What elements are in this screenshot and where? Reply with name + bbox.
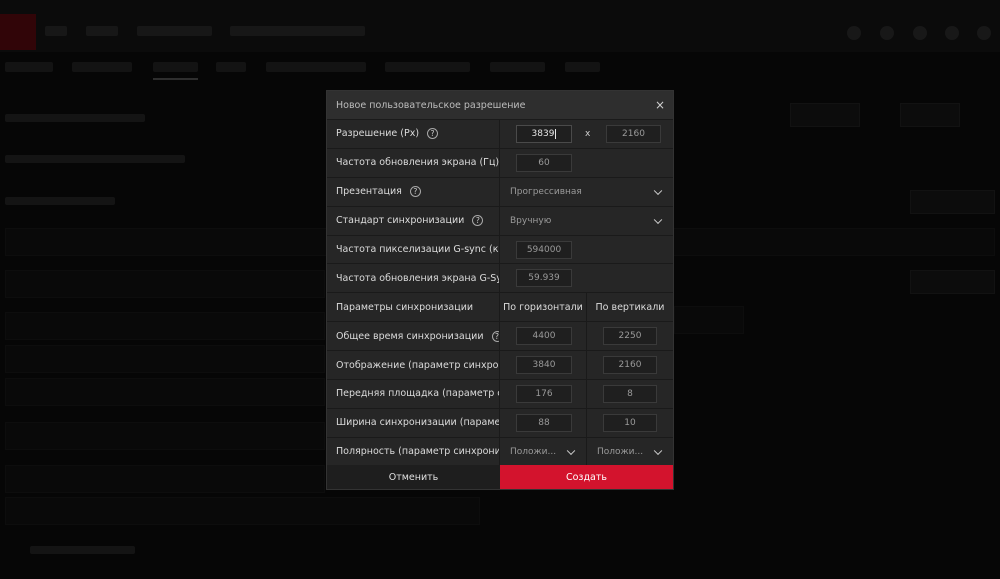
presentation-label: Презентация	[336, 186, 402, 198]
sync-width-h-cell: 88	[500, 408, 587, 437]
resolution-label-cell: Разрешение (Px) ?	[327, 120, 500, 148]
dialog-title: Новое пользовательское разрешение	[336, 99, 526, 111]
timing-standard-cell: Вручную	[500, 207, 673, 235]
help-icon[interactable]: ?	[472, 215, 484, 227]
vertical-column-header: По вертикали	[595, 301, 665, 313]
front-porch-label: Передняя площадка (параметр синхронизаци…	[336, 388, 499, 400]
timing-standard-value: Вручную	[510, 215, 552, 226]
pixel-clock-label: Частота пикселизации G-sync (кГц)	[336, 244, 500, 255]
horizontal-column-header: По горизонтали	[503, 301, 583, 313]
dialog-footer: Отменить Создать	[327, 465, 673, 489]
close-icon[interactable]: ×	[653, 98, 667, 112]
row-presentation: Презентация ? Прогрессивная	[327, 176, 673, 206]
help-icon[interactable]: ?	[427, 128, 439, 140]
horizontal-header-cell: По горизонтали	[500, 293, 587, 322]
row-front-porch: Передняя площадка (параметр синхронизаци…	[327, 379, 673, 408]
refresh-rate-cell: 60	[500, 149, 673, 177]
gsync-refresh-input[interactable]: 59.939	[516, 269, 572, 288]
cancel-button[interactable]: Отменить	[327, 465, 500, 489]
sync-width-v-cell: 10	[587, 409, 673, 437]
polarity-v-cell: Положи...	[587, 438, 673, 466]
row-resolution: Разрешение (Px) ? 3839 x 2160	[327, 119, 673, 148]
front-porch-v-input[interactable]: 8	[603, 384, 657, 403]
display-h-input[interactable]: 3840	[516, 356, 572, 375]
total-timing-label-cell: Общее время синхронизации ?	[327, 322, 500, 351]
presentation-value: Прогрессивная	[510, 186, 582, 197]
resolution-separator: x	[585, 128, 591, 139]
gsync-refresh-cell: 59.939	[500, 264, 673, 292]
display-h-cell: 3840	[500, 351, 587, 380]
help-icon[interactable]: ?	[491, 330, 499, 342]
pixel-clock-label-cell: Частота пикселизации G-sync (кГц) ?	[327, 235, 500, 264]
polarity-label: Полярность (параметр синхронизации)	[336, 446, 499, 458]
timing-standard-label: Стандарт синхронизации	[336, 215, 465, 227]
row-polarity: Полярность (параметр синхронизации) Поло…	[327, 436, 673, 466]
timing-params-label: Параметры синхронизации	[336, 301, 474, 313]
row-total-timing: Общее время синхронизации ? 4400 2250	[327, 321, 673, 351]
row-timing-standard: Стандарт синхронизации ? Вручную	[327, 205, 673, 235]
total-timing-v-input[interactable]: 2250	[603, 327, 657, 346]
front-porch-h-input[interactable]: 176	[516, 384, 572, 403]
sync-width-v-input[interactable]: 10	[603, 413, 657, 432]
create-button[interactable]: Создать	[500, 465, 673, 489]
dialog-header: Новое пользовательское разрешение ×	[327, 91, 673, 119]
pixel-clock-input[interactable]: 594000	[516, 240, 572, 259]
display-label: Отображение (параметр синхронизации)	[336, 359, 499, 371]
total-timing-h-cell: 4400	[500, 322, 587, 351]
sync-width-h-input[interactable]: 88	[516, 413, 572, 432]
display-v-cell: 2160	[587, 351, 673, 379]
total-timing-h-input[interactable]: 4400	[516, 327, 572, 346]
presentation-label-cell: Презентация ?	[327, 177, 500, 206]
total-timing-label: Общее время синхронизации	[336, 330, 484, 342]
front-porch-label-cell: Передняя площадка (параметр синхронизаци…	[327, 380, 500, 408]
row-gsync-refresh: Частота обновления экрана G-Sync (Гц) 59…	[327, 263, 673, 293]
refresh-rate-label-cell: Частота обновления экрана (Гц) ?	[327, 148, 500, 177]
presentation-dropdown[interactable]: Прогрессивная	[500, 178, 673, 206]
sync-width-label-cell: Ширина синхронизации (параметр синхрониз…	[327, 408, 500, 437]
row-pixel-clock: Частота пикселизации G-sync (кГц) ? 5940…	[327, 234, 673, 264]
vertical-header-cell: По вертикали	[587, 293, 673, 321]
row-refresh-rate: Частота обновления экрана (Гц) ? 60	[327, 147, 673, 177]
help-icon[interactable]: ?	[409, 186, 421, 198]
refresh-rate-input[interactable]: 60	[516, 153, 572, 172]
refresh-rate-label: Частота обновления экрана (Гц)	[336, 157, 500, 169]
pixel-clock-cell: 594000	[500, 236, 673, 264]
polarity-h-dropdown[interactable]: Положи...	[500, 438, 586, 466]
resolution-width-value: 3839	[531, 128, 555, 139]
row-display: Отображение (параметр синхронизации) 384…	[327, 350, 673, 380]
row-timing-params: Параметры синхронизации По горизонтали П…	[327, 292, 673, 322]
polarity-h-value: Положи...	[510, 446, 557, 457]
resolution-inputs: 3839 x 2160	[500, 120, 673, 148]
gsync-refresh-label: Частота обновления экрана G-Sync (Гц)	[336, 272, 499, 284]
sync-width-label: Ширина синхронизации (параметр синхрониз…	[336, 417, 500, 429]
timing-standard-dropdown[interactable]: Вручную	[500, 207, 673, 235]
gsync-refresh-label-cell: Частота обновления экрана G-Sync (Гц)	[327, 264, 500, 293]
polarity-label-cell: Полярность (параметр синхронизации)	[327, 437, 500, 466]
timing-standard-label-cell: Стандарт синхронизации ?	[327, 206, 500, 235]
display-label-cell: Отображение (параметр синхронизации)	[327, 351, 500, 380]
resolution-height-input[interactable]: 2160	[606, 124, 661, 143]
display-v-input[interactable]: 2160	[603, 356, 657, 375]
custom-resolution-dialog: Новое пользовательское разрешение × Разр…	[326, 90, 674, 490]
polarity-h-cell: Положи...	[500, 437, 587, 466]
chevron-down-icon	[653, 215, 663, 224]
row-sync-width: Ширина синхронизации (параметр синхрониз…	[327, 407, 673, 437]
presentation-cell: Прогрессивная	[500, 178, 673, 206]
polarity-v-dropdown[interactable]: Положи...	[587, 438, 673, 466]
timing-params-label-cell: Параметры синхронизации	[327, 293, 500, 322]
text-caret	[555, 128, 557, 139]
chevron-down-icon	[566, 446, 576, 455]
total-timing-v-cell: 2250	[587, 322, 673, 350]
front-porch-v-cell: 8	[587, 380, 673, 408]
polarity-v-value: Положи...	[597, 446, 644, 457]
chevron-down-icon	[653, 446, 663, 455]
chevron-down-icon	[653, 186, 663, 195]
front-porch-h-cell: 176	[500, 380, 587, 408]
resolution-width-input[interactable]: 3839	[516, 124, 572, 143]
resolution-label: Разрешение (Px)	[336, 128, 420, 140]
